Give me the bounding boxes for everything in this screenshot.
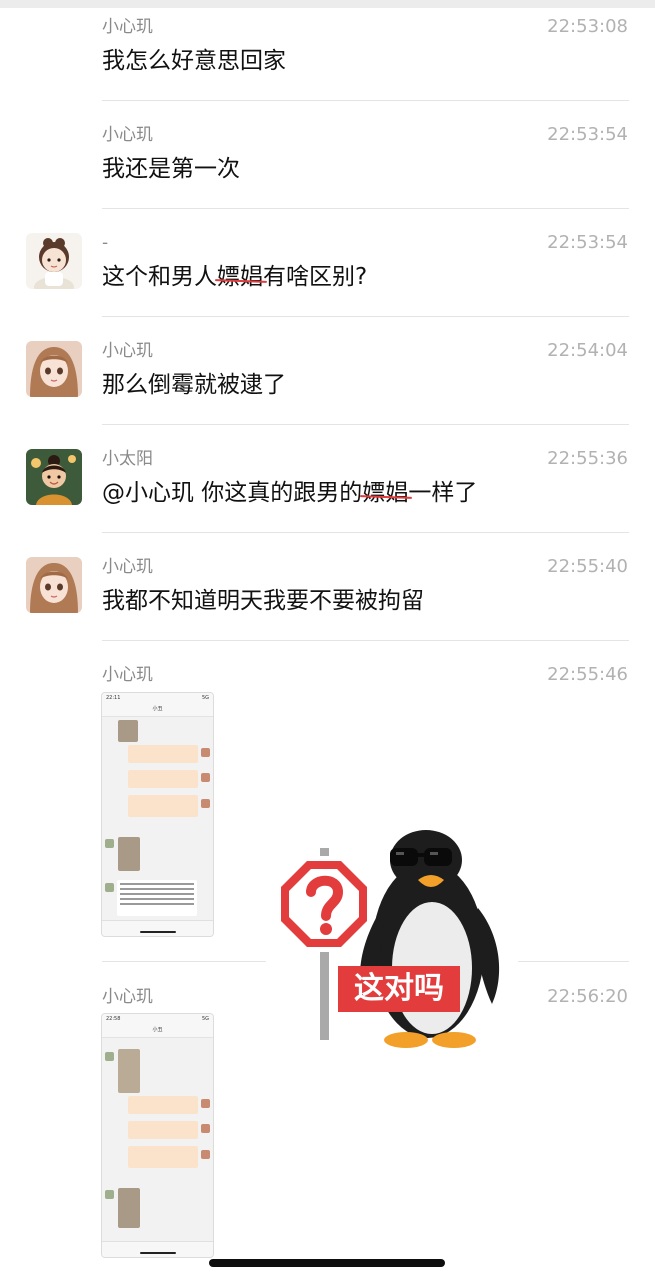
message-time: 22:53:54 (547, 124, 628, 145)
sender-name: 小心玑 (102, 341, 153, 361)
divider (102, 316, 629, 317)
divider (102, 532, 629, 533)
message-text[interactable]: 我还是第一次 (102, 153, 240, 185)
message-time: 22:56:20 (547, 986, 628, 1007)
penguin-question-stop-sign-sticker[interactable]: 这对吗 (266, 808, 518, 1060)
message-time: 22:53:08 (547, 16, 628, 37)
screenshot-input-bar (102, 1241, 213, 1257)
struck-text: 嫖娼 (217, 261, 263, 293)
screenshot-nav-title: 小丑 (102, 705, 213, 717)
message-text[interactable]: 我都不知道明天我要不要被拘留 (102, 585, 424, 617)
screenshot-status-time: 22:58 (106, 1016, 121, 1022)
message-text[interactable]: 那么倒霉就被逮了 (102, 369, 286, 401)
sender-name: 小心玑 (102, 17, 153, 37)
message-text[interactable]: 我怎么好意思回家 (102, 45, 286, 77)
message-time: 22:55:46 (547, 664, 628, 685)
chibi-girl-avatar[interactable] (26, 233, 82, 289)
message-time: 22:53:54 (547, 232, 628, 253)
message-time: 22:55:40 (547, 556, 628, 577)
anime-girl-avatar[interactable] (26, 341, 82, 397)
message-text-part: 有啥区别? (263, 264, 368, 290)
sender-name: 小心玑 (102, 987, 153, 1007)
divider (102, 640, 629, 641)
message-text-part: @小心玑 你这真的跟男的 (102, 480, 363, 506)
screenshot-status-signal: 5G (201, 1016, 209, 1022)
sticker-sign-label: 这对吗 (354, 971, 444, 1006)
message-time: 22:55:36 (547, 448, 628, 469)
penguin-question-stop-sign-icon (276, 830, 500, 1048)
cartoon-child-avatar[interactable] (26, 449, 82, 505)
screenshot-status-bar: 22:11 5G (102, 693, 213, 705)
message-text[interactable]: @小心玑 你这真的跟男的嫖娼一样了 (102, 477, 477, 509)
message-text-part: 这个和男人 (102, 264, 217, 290)
sender-name: 小心玑 (102, 125, 153, 145)
anime-girl-avatar[interactable] (26, 557, 82, 613)
sender-name: 小太阳 (102, 449, 153, 469)
screenshot-status-bar: 22:58 5G (102, 1014, 213, 1026)
message-time: 22:54:04 (547, 340, 628, 361)
home-indicator[interactable] (209, 1259, 445, 1267)
divider (102, 100, 629, 101)
message-text[interactable]: 这个和男人嫖娼有啥区别? (102, 261, 367, 293)
struck-text: 嫖娼 (362, 477, 408, 509)
screenshot-status-signal: 5G (201, 695, 209, 701)
sender-name: 小心玑 (102, 557, 153, 577)
screenshot-input-bar (102, 920, 213, 936)
divider (102, 424, 629, 425)
message-text-part: 一样了 (408, 480, 478, 506)
top-status-strip (0, 0, 655, 8)
chat-screenshot-image[interactable]: 22:58 5G 小丑 (101, 1013, 214, 1258)
screenshot-status-time: 22:11 (106, 695, 121, 701)
screenshot-nav-title: 小丑 (102, 1026, 213, 1038)
divider (102, 208, 629, 209)
sender-name: - (102, 233, 109, 253)
sender-name: 小心玑 (102, 665, 153, 685)
chat-screenshot-image[interactable]: 22:11 5G 小丑 (101, 692, 214, 937)
